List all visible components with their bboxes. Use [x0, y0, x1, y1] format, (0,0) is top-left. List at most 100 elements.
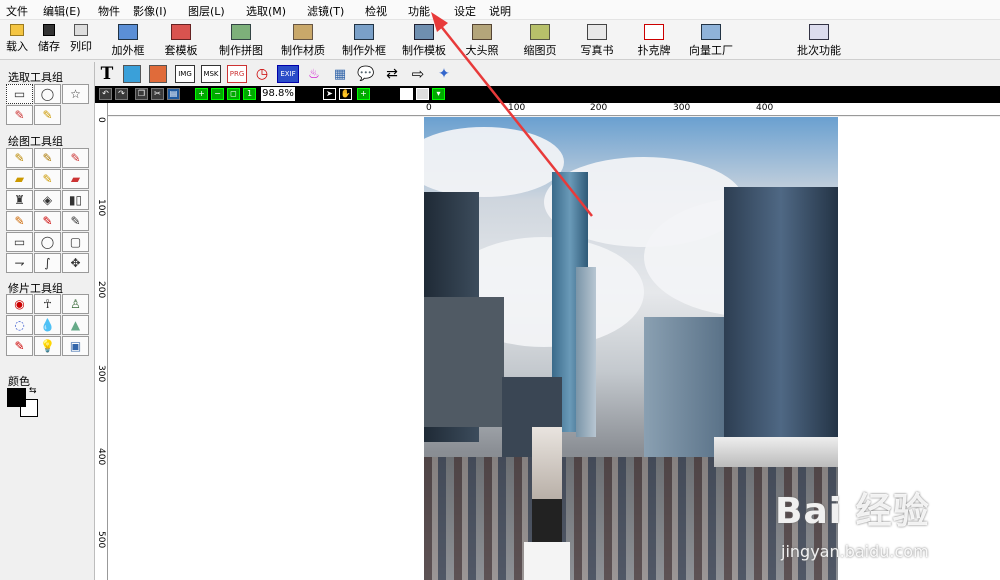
- menu-image[interactable]: 影像(I): [133, 3, 167, 19]
- fill-tool[interactable]: ◈: [34, 190, 61, 210]
- rounded-rect-tool[interactable]: ▢: [62, 232, 89, 252]
- make-frame-button[interactable]: 制作外框: [341, 24, 387, 58]
- ruler-top-label: 0: [426, 103, 432, 113]
- copy-button[interactable]: ❐: [135, 88, 148, 100]
- menu-settings[interactable]: 设定: [454, 3, 476, 19]
- menu-edit[interactable]: 编辑(E): [43, 3, 81, 19]
- menu-file[interactable]: 文件: [6, 3, 28, 19]
- magic-wand-icon: ✎: [14, 108, 25, 122]
- magic-wand-tool[interactable]: ✎: [6, 105, 33, 125]
- vector-factory-button[interactable]: 向量工厂: [687, 24, 735, 58]
- menu-view[interactable]: 检视: [365, 3, 387, 19]
- undo-button[interactable]: ↶: [99, 88, 112, 100]
- paste-icon: ▤: [169, 89, 178, 98]
- speech-bubble-button[interactable]: 💬: [356, 65, 376, 83]
- zoom-out-button[interactable]: −: [211, 88, 224, 100]
- zoom-in-button[interactable]: +: [195, 88, 208, 100]
- img-button[interactable]: IMG: [175, 65, 195, 83]
- eraser-tool[interactable]: ▰: [6, 169, 33, 189]
- cut-button[interactable]: ✂: [151, 88, 164, 100]
- text-tool-button[interactable]: T: [99, 64, 115, 84]
- arrow-shape-button[interactable]: ⇨: [408, 65, 428, 83]
- calendar-button[interactable]: ▦: [331, 65, 349, 83]
- clock-button[interactable]: ◷: [253, 65, 271, 83]
- monitor-tool[interactable]: ▣: [62, 336, 89, 356]
- brush-tool[interactable]: ✎: [34, 148, 61, 168]
- arrows-button[interactable]: ⇄: [382, 65, 402, 83]
- add-frame-button[interactable]: 加外框: [110, 24, 146, 58]
- stamp-tool[interactable]: ♜: [6, 190, 33, 210]
- sharpen-tool[interactable]: ▲: [62, 315, 89, 335]
- menu-layer[interactable]: 图层(L): [188, 3, 225, 19]
- white-swatch-1[interactable]: [400, 88, 413, 100]
- star-shape-button[interactable]: ✦: [434, 65, 454, 83]
- foreground-color-swatch[interactable]: [7, 388, 26, 407]
- batch-button[interactable]: 批次功能: [795, 24, 843, 58]
- menu-help[interactable]: 说明: [489, 3, 511, 19]
- bottle-tool[interactable]: ♙: [62, 294, 89, 314]
- pencil-tool[interactable]: ✎: [6, 148, 33, 168]
- make-puzzle-button[interactable]: 制作拼图: [218, 24, 264, 58]
- ellipse-tool[interactable]: ◯: [34, 232, 61, 252]
- make-template-button[interactable]: 制作模板: [401, 24, 447, 58]
- portrait-button[interactable]: 大头照: [464, 24, 500, 58]
- brighten-tool[interactable]: 💡: [34, 336, 61, 356]
- swatch-dropdown-button[interactable]: ▾: [432, 88, 445, 100]
- menu-filter[interactable]: 滤镜(T): [307, 3, 344, 19]
- photo-book-button[interactable]: 写真书: [579, 24, 615, 58]
- gradient-tool[interactable]: ▮▯: [62, 190, 89, 210]
- menu-select[interactable]: 选取(M): [246, 3, 286, 19]
- print-button[interactable]: 列印: [68, 24, 94, 58]
- make-texture-button[interactable]: 制作材质: [280, 24, 326, 58]
- paste-button[interactable]: ▤: [167, 88, 180, 100]
- select-brush-tool[interactable]: ✎: [34, 105, 61, 125]
- smudge-tool[interactable]: ✎: [34, 169, 61, 189]
- white-swatch-2[interactable]: [416, 88, 429, 100]
- save-button[interactable]: 储存: [36, 24, 62, 58]
- rect-select-tool[interactable]: ▭: [6, 84, 33, 104]
- move-tool[interactable]: ✥: [62, 253, 89, 273]
- add-button[interactable]: +: [357, 88, 370, 100]
- airbrush-tool[interactable]: ✎: [62, 148, 89, 168]
- apply-template-button[interactable]: 套模板: [163, 24, 199, 58]
- image-frame-button[interactable]: [149, 65, 167, 83]
- actual-size-button[interactable]: 1: [243, 88, 256, 100]
- blur-drop-tool[interactable]: 💧: [34, 315, 61, 335]
- image-object-button[interactable]: [123, 65, 141, 83]
- curve-tool[interactable]: ∫: [34, 253, 61, 273]
- lipstick-tool[interactable]: ✎: [6, 336, 33, 356]
- red-pen-tool[interactable]: ✎: [34, 211, 61, 231]
- clone-people-tool[interactable]: ☥: [34, 294, 61, 314]
- zoom-level[interactable]: 98.8%: [261, 87, 295, 101]
- thumbnail-page-button[interactable]: 缩图页: [522, 24, 558, 58]
- redo-button[interactable]: ↷: [115, 88, 128, 100]
- ruler-top-label: 400: [756, 103, 774, 113]
- light-bulb-icon: 💡: [40, 339, 55, 353]
- ruler-left-label: 400: [96, 448, 106, 466]
- red-eye-tool[interactable]: ◉: [6, 294, 33, 314]
- left-building-front: [424, 297, 504, 427]
- arrow-shape-icon: ⇨: [411, 65, 425, 83]
- menu-function[interactable]: 功能: [408, 3, 430, 19]
- load-button[interactable]: 载入: [4, 24, 30, 58]
- line-tool[interactable]: ⇁: [6, 253, 33, 273]
- lasso-select-tool[interactable]: ☆: [62, 84, 89, 104]
- pointer-tool-button[interactable]: ➤: [323, 88, 336, 100]
- fit-window-button[interactable]: ◻: [227, 88, 240, 100]
- exif-button[interactable]: EXIF: [277, 65, 299, 83]
- menu-object[interactable]: 物件: [98, 3, 120, 19]
- zoom-out-icon: −: [214, 89, 221, 98]
- playing-cards-button[interactable]: 扑克牌: [636, 24, 672, 58]
- hand-tool-button[interactable]: ✋: [339, 88, 352, 100]
- prg-button[interactable]: PRG: [227, 65, 247, 83]
- lasso-icon: ☆: [70, 87, 81, 101]
- ellipse-select-tool[interactable]: ◯: [34, 84, 61, 104]
- color-eraser-tool[interactable]: ▰: [62, 169, 89, 189]
- pen-tool[interactable]: ✎: [6, 211, 33, 231]
- eyedropper-tool[interactable]: ✎: [62, 211, 89, 231]
- msk-button[interactable]: MSK: [201, 65, 221, 83]
- rectangle-tool[interactable]: ▭: [6, 232, 33, 252]
- cake-button[interactable]: ♨: [305, 65, 323, 83]
- swap-colors-icon[interactable]: ⇆: [29, 386, 37, 396]
- selection-circle-tool[interactable]: ◌: [6, 315, 33, 335]
